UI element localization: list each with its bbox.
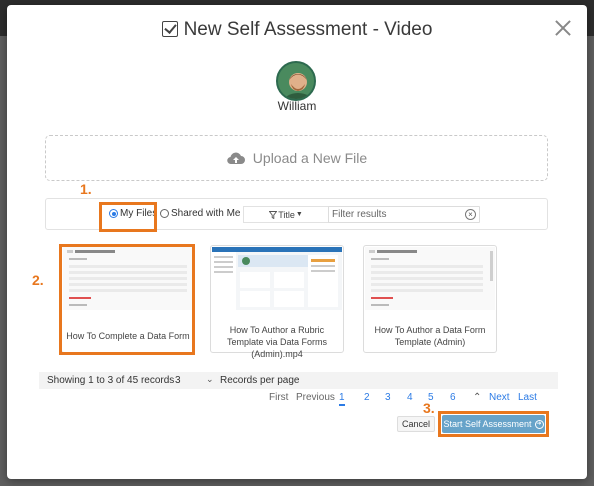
start-button-label: Start Self Assessment xyxy=(443,419,532,429)
records-summary: Showing 1 to 3 of 45 records xyxy=(47,375,175,386)
caret-down-icon: ▼ xyxy=(295,211,303,218)
page-6[interactable]: 6 xyxy=(450,392,456,403)
records-per-page-select[interactable]: 3 xyxy=(175,375,181,386)
my-files-highlight xyxy=(99,202,157,232)
modal-title-text: New Self Assessment - Video xyxy=(183,19,433,40)
chevron-up-icon[interactable]: ⌃ xyxy=(473,392,481,403)
records-per-page-label: Records per page xyxy=(220,375,300,386)
start-self-assessment-button[interactable]: Start Self Assessment ➜ xyxy=(442,415,545,433)
file-card[interactable]: How To Author a Data Form Template (Admi… xyxy=(363,245,497,353)
filter-results-input[interactable] xyxy=(328,206,480,223)
file-card-highlight xyxy=(59,244,195,355)
file-card[interactable]: How To Author a Rubric Template via Data… xyxy=(210,245,344,359)
file-title: How To Author a Data Form Template (Admi… xyxy=(374,325,486,347)
file-thumbnail xyxy=(212,247,342,310)
pagination: First Previous 1 2 3 4 5 6 ⌃ Next Last xyxy=(7,392,587,406)
self-assessment-modal: New Self Assessment - Video William Uplo… xyxy=(7,5,587,479)
file-title: How To Author a Rubric Template via Data… xyxy=(226,325,328,359)
user-name: William xyxy=(277,99,317,113)
cancel-button[interactable]: Cancel xyxy=(397,416,435,432)
page-previous[interactable]: Previous xyxy=(296,392,335,403)
close-icon[interactable] xyxy=(555,20,571,36)
page-4[interactable]: 4 xyxy=(407,392,413,403)
radio-unchecked-icon xyxy=(160,209,169,218)
step-1-callout: 1. xyxy=(80,181,92,197)
shared-with-me-label: Shared with Me xyxy=(171,208,241,219)
modal-title: New Self Assessment - Video xyxy=(7,19,587,41)
upload-label: Upload a New File xyxy=(252,150,368,166)
clear-icon[interactable]: × xyxy=(465,209,476,220)
filter-icon xyxy=(269,210,278,219)
sort-label: Title xyxy=(278,209,295,220)
cloud-upload-icon xyxy=(227,152,245,165)
shared-with-me-radio[interactable]: Shared with Me xyxy=(160,208,240,219)
avatar xyxy=(276,61,316,101)
records-bar: Showing 1 to 3 of 45 records 3 ⌄ Records… xyxy=(39,372,558,389)
page-3[interactable]: 3 xyxy=(385,392,391,403)
checkbox-icon xyxy=(161,21,178,37)
file-thumbnail xyxy=(365,247,495,310)
page-next[interactable]: Next xyxy=(489,392,510,403)
arrow-right-circle-icon: ➜ xyxy=(534,419,544,429)
step-2-callout: 2. xyxy=(32,272,44,288)
page-1[interactable]: 1 xyxy=(339,392,345,406)
upload-new-file-button[interactable]: Upload a New File xyxy=(45,135,548,181)
chevron-down-icon[interactable]: ⌄ xyxy=(206,374,214,385)
sort-dropdown[interactable]: Title ▼ xyxy=(243,206,329,223)
page-2[interactable]: 2 xyxy=(364,392,370,403)
page-first[interactable]: First xyxy=(269,392,288,403)
step-3-callout: 3. xyxy=(423,400,435,416)
page-last[interactable]: Last xyxy=(518,392,537,403)
